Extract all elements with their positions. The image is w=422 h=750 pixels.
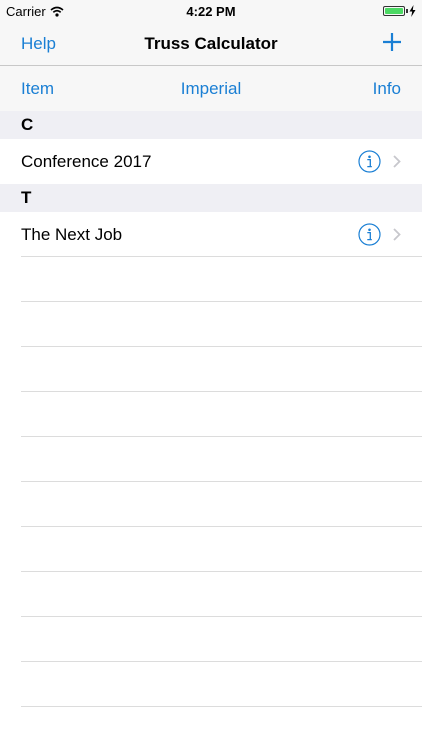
imperial-button[interactable]: Imperial [181,79,241,98]
list-item-label: Conference 2017 [21,152,152,171]
row-separator [21,481,422,482]
row-separator [21,436,422,437]
list-item-label: The Next Job [21,225,123,244]
row-separator [21,346,422,347]
toolbar: Item Imperial Info [0,66,422,111]
plus-icon[interactable] [380,30,404,54]
row-separator [21,616,422,617]
page-title: Truss Calculator [144,34,278,53]
info-button[interactable]: Info [373,79,401,99]
info-icon[interactable] [358,150,381,173]
charging-bolt-icon [409,5,416,17]
row-separator [21,571,422,572]
navigation-bar: Help Truss Calculator [0,24,422,66]
row-separator [21,391,422,392]
list-item-conference-2017[interactable]: Conference 2017 [0,139,422,184]
section-header-t: T [0,184,422,212]
battery-tip [406,9,408,13]
battery-icon [383,6,405,16]
row-separator [21,301,422,302]
battery-fill [385,8,403,14]
battery-indicator [383,5,416,17]
row-separator [21,526,422,527]
status-time: 4:22 PM [186,4,236,19]
chevron-right-icon [393,155,401,168]
row-separator [21,256,422,257]
row-separator [21,706,422,707]
chevron-right-icon [393,228,401,241]
info-icon[interactable] [358,223,381,246]
row-separator [21,661,422,662]
status-bar: Carrier 4:22 PM [0,0,422,24]
list-item-the-next-job[interactable]: The Next Job [0,212,422,257]
section-header-c: C [0,111,422,139]
